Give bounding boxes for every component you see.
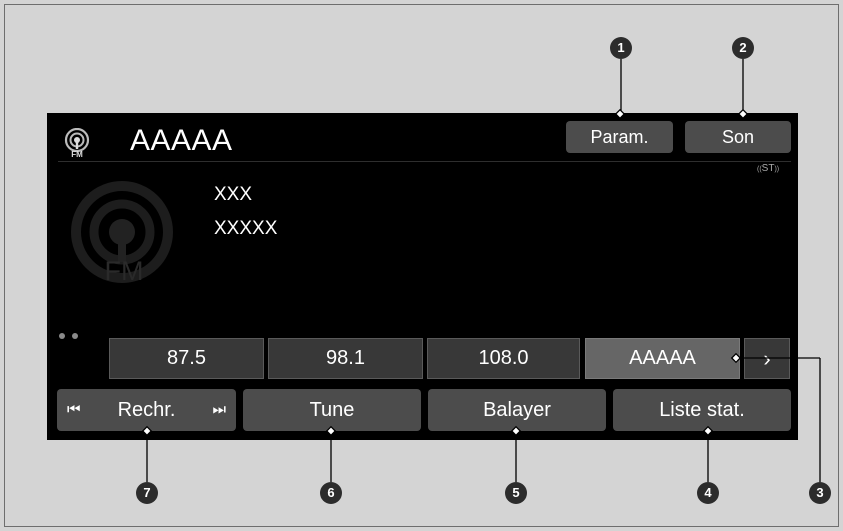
callout-1: 1: [610, 37, 632, 59]
callout-4: 4: [697, 482, 719, 504]
callout-2: 2: [732, 37, 754, 59]
callout-5: 5: [505, 482, 527, 504]
callout-lines: [141, 59, 821, 482]
callout-6: 6: [320, 482, 342, 504]
callout-7: 7: [136, 482, 158, 504]
callout-3: 3: [809, 482, 831, 504]
